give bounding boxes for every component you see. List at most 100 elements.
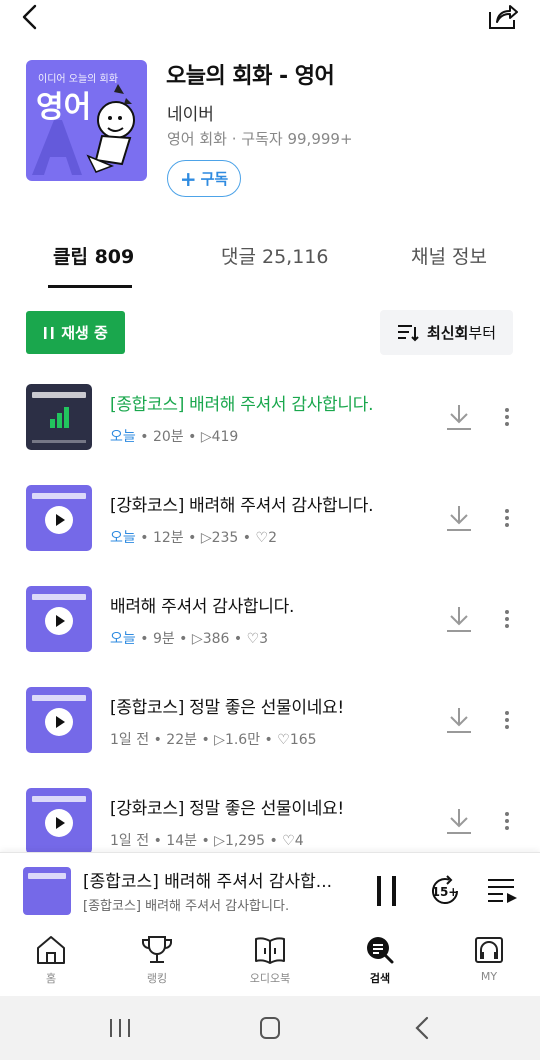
recent-apps-button[interactable] (105, 1014, 135, 1042)
clip-meta: 오늘 • 12분 • ▷235 • ♡2 (110, 530, 277, 546)
clip-title[interactable]: 배려해 주셔서 감사합니다. (110, 592, 294, 617)
home-system-button[interactable] (255, 1014, 285, 1042)
clip-item[interactable]: [강화코스] 정말 좋은 선물이네요! 1일 전 • 14분 • ▷1,295 … (0, 788, 540, 858)
podcast-publisher[interactable]: 네이버 (167, 100, 214, 125)
active-tab-indicator (48, 285, 132, 288)
thumbnail-title-strip (32, 493, 86, 499)
download-button[interactable] (444, 402, 474, 432)
podcast-header: 이디어 오늘의 회화 영어 오늘의 회화 - 영어 네이버 영어 회화 · 구독… (0, 56, 540, 206)
heart-icon: ♡ (277, 732, 290, 748)
svg-text:15+: 15+ (432, 885, 459, 899)
heart-icon: ♡ (246, 631, 260, 647)
more-options-button[interactable] (498, 806, 516, 836)
subscribe-button[interactable]: + 구독 (167, 160, 241, 197)
sort-label: 최신회부터 (426, 324, 496, 342)
more-options-button[interactable] (498, 402, 516, 432)
home-icon (37, 936, 65, 964)
download-icon (447, 405, 471, 430)
clip-thumbnail[interactable] (26, 687, 92, 753)
nav-my[interactable]: MY (449, 934, 529, 994)
share-icon (489, 5, 518, 29)
thumbnail-title-strip (32, 392, 86, 398)
queue-icon (488, 879, 517, 903)
playlist-queue-button[interactable] (485, 875, 519, 907)
mini-player[interactable]: [종합코스] 배려해 주셔서 감사합... [종합코스] 배려해 주셔서 감사합… (0, 852, 540, 928)
nav-ranking[interactable]: 랭킹 (117, 934, 197, 994)
clip-item[interactable]: [종합코스] 정말 좋은 선물이네요! 1일 전 • 22분 • ▷1.6만 •… (0, 687, 540, 757)
play-icon[interactable] (45, 506, 73, 534)
clip-title[interactable]: [강화코스] 배려해 주셔서 감사합니다. (110, 491, 373, 516)
recent-apps-icon (110, 1019, 130, 1037)
mini-player-thumbnail[interactable] (23, 867, 71, 915)
play-count-icon: ▷ (214, 833, 225, 849)
bottom-navigation: 홈 랭킹 오디오북 검색 MY (0, 928, 540, 996)
download-button[interactable] (444, 806, 474, 836)
download-button[interactable] (444, 604, 474, 634)
skip-15-icon: 15+ (432, 875, 459, 905)
share-button[interactable] (486, 0, 520, 32)
play-count-icon: ▷ (191, 631, 203, 647)
clip-item[interactable]: 배려해 주셔서 감사합니다. 오늘 • 9분 • ▷386 • ♡3 (0, 586, 540, 656)
nav-search[interactable]: 검색 (340, 934, 420, 994)
home-square-icon (260, 1017, 280, 1039)
play-icon[interactable] (45, 607, 73, 635)
thumbnail-progress (32, 440, 86, 443)
play-count-icon: ▷ (200, 429, 212, 445)
clip-meta: 1일 전 • 22분 • ▷1.6만 • ♡165 (110, 732, 317, 748)
download-button[interactable] (444, 503, 474, 533)
more-options-button[interactable] (498, 503, 516, 533)
play-icon[interactable] (45, 809, 73, 837)
podcast-title: 오늘의 회화 - 영어 (166, 64, 335, 89)
clip-title[interactable]: [종합코스] 배려해 주셔서 감사합니다. (110, 390, 373, 415)
clip-item[interactable]: [강화코스] 배려해 주셔서 감사합니다. 오늘 • 12분 • ▷235 • … (0, 485, 540, 555)
back-arrow-icon (415, 1016, 429, 1040)
now-playing-button[interactable]: 재생 중 (26, 311, 125, 354)
play-count-icon: ▷ (214, 732, 225, 748)
clip-meta: 1일 전 • 14분 • ▷1,295 • ♡4 (110, 833, 304, 849)
tab-bar: 클립 809 댓글 25,116 채널 정보 (0, 230, 540, 290)
thumbnail-title-strip (32, 594, 86, 600)
sort-button[interactable]: 최신회부터 (380, 310, 513, 355)
download-icon (447, 506, 471, 531)
play-icon[interactable] (45, 708, 73, 736)
pause-icon (44, 326, 54, 339)
mini-player-subtitle: [종합코스] 배려해 주셔서 감사합니다. (83, 899, 290, 914)
tab-clips[interactable]: 클립 809 (53, 242, 134, 269)
clip-title[interactable]: [강화코스] 정말 좋은 선물이네요! (110, 794, 344, 819)
clip-title[interactable]: [종합코스] 정말 좋은 선물이네요! (110, 693, 344, 718)
thumbnail-title-strip (32, 695, 86, 701)
system-back-button[interactable] (408, 1014, 438, 1042)
clip-thumbnail[interactable] (26, 586, 92, 652)
clip-thumbnail[interactable] (26, 485, 92, 551)
clip-thumbnail[interactable] (26, 788, 92, 854)
thumbnail-title-strip (32, 796, 86, 802)
mini-pause-button[interactable] (372, 873, 402, 909)
tab-channel-info[interactable]: 채널 정보 (411, 242, 487, 269)
audiobook-icon (255, 937, 285, 964)
tab-comments[interactable]: 댓글 25,116 (221, 242, 328, 269)
clip-item[interactable]: [종합코스] 배려해 주셔서 감사합니다. 오늘 • 20분 • ▷419 (0, 384, 540, 454)
skip-forward-button[interactable]: 15+ (427, 873, 463, 909)
heart-icon: ♡ (282, 833, 295, 849)
clip-meta: 오늘 • 9분 • ▷386 • ♡3 (110, 631, 269, 647)
clip-thumbnail[interactable] (26, 384, 92, 450)
thumbnail-title-strip (28, 873, 66, 879)
podcast-subscribers: 구독자 99,999+ (241, 130, 353, 148)
search-icon (367, 937, 394, 964)
nav-audiobook[interactable]: 오디오북 (230, 934, 310, 994)
more-options-button[interactable] (498, 705, 516, 735)
download-button[interactable] (444, 705, 474, 735)
back-button[interactable] (16, 2, 46, 32)
plus-icon: + (179, 166, 197, 191)
sort-icon (397, 324, 419, 341)
top-bar (0, 0, 540, 36)
system-navigation-bar (0, 996, 540, 1060)
clip-meta: 오늘 • 20분 • ▷419 (110, 429, 239, 445)
mini-player-title[interactable]: [종합코스] 배려해 주셔서 감사합... (83, 867, 353, 892)
subscribe-label: 구독 (200, 170, 229, 188)
nav-home[interactable]: 홈 (11, 934, 91, 994)
play-count-icon: ▷ (200, 530, 212, 546)
more-options-button[interactable] (498, 604, 516, 634)
download-icon (447, 809, 471, 834)
podcast-cover[interactable]: 이디어 오늘의 회화 영어 (26, 60, 147, 181)
